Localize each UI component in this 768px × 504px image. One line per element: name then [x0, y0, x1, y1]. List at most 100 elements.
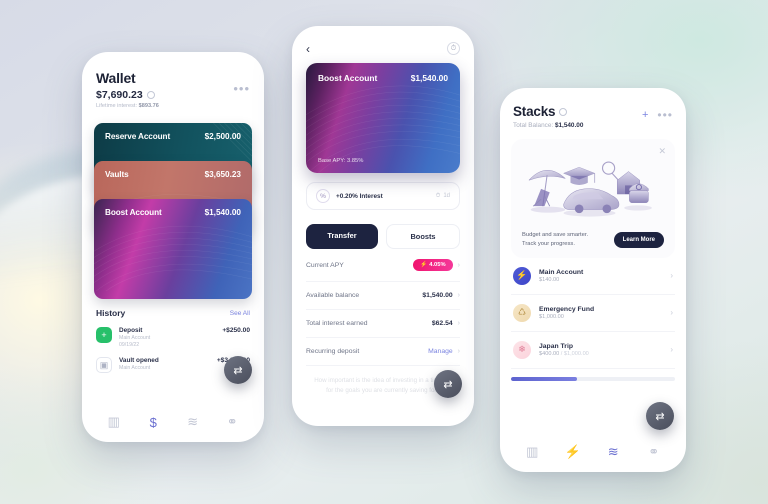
history-item-amount: +$250.00 — [222, 327, 250, 334]
row-value: $1,540.00 — [422, 292, 453, 299]
card-value: $1,540.00 — [204, 208, 241, 217]
row-label: Recurring deposit — [306, 348, 360, 355]
transfer-fab-button[interactable]: ⇄ — [224, 356, 252, 384]
row-label: Available balance — [306, 292, 360, 299]
boost-account-card[interactable]: Boost Account $1,540.00 Base APY: 3.85% — [306, 63, 460, 173]
chevron-right-icon: › — [670, 271, 673, 281]
ellipsis-icon[interactable]: ••• — [233, 82, 250, 95]
promo-illustration — [522, 149, 664, 227]
ellipsis-icon[interactable]: ••• — [657, 108, 673, 122]
stack-value: $140.00 — [539, 277, 560, 284]
dollar-icon: $ — [149, 414, 157, 430]
nav-item-boost[interactable]: ⚡ — [553, 444, 594, 460]
plus-icon: + — [96, 327, 112, 343]
row-label: Total interest earned — [306, 320, 368, 327]
history-clock-icon[interactable]: ⏱ — [447, 42, 460, 55]
row-value: $62.54 — [431, 320, 453, 327]
detail-row-available-balance[interactable]: Available balance $1,540.00 › — [306, 282, 460, 310]
card-value: $3,650.23 — [204, 170, 241, 179]
history-item-account: Main Account — [119, 335, 151, 341]
chevron-right-icon: › — [457, 348, 460, 355]
chevron-right-icon: › — [670, 308, 673, 318]
chevron-left-icon[interactable]: ‹ — [306, 43, 310, 55]
phone-wallet-screen: Wallet ••• $7,690.23 Lifetime interest: … — [82, 52, 264, 442]
card-name: Boost Account — [105, 208, 162, 217]
progress-bar — [511, 376, 675, 381]
segmented-tabs: Transfer Boosts — [306, 224, 460, 249]
nav-item-profile[interactable]: ⚭ — [634, 444, 675, 460]
card-icon: ▥ — [526, 444, 539, 459]
boost-header: ‹ ⏱ — [292, 26, 474, 61]
info-icon[interactable] — [559, 107, 568, 116]
bolt-icon: ⚡ — [420, 262, 428, 268]
history-item-name: Deposit — [119, 327, 143, 334]
history-item-name: Vault opened — [119, 357, 159, 364]
interest-row[interactable]: % +0.20% Interest ⏱ 1d — [306, 182, 460, 210]
card-apy-label: Base APY: 3.85% — [318, 158, 364, 164]
detail-row-current-apy[interactable]: Current APY ⚡ 4.05% › — [306, 249, 460, 282]
piggy-icon: ♺ — [513, 303, 531, 322]
stack-name: Japan Trip — [539, 342, 573, 350]
tab-transfer[interactable]: Transfer — [306, 224, 378, 249]
bottom-nav: ▥ ⚡ ≋ ⚭ — [500, 436, 686, 472]
nav-item-stacks[interactable]: ≋ — [173, 414, 213, 430]
stack-value: $400.00 / $1,000.00 — [539, 351, 589, 358]
bolt-icon: ⚡ — [564, 444, 581, 459]
transfer-fab-button[interactable]: ⇄ — [434, 370, 462, 398]
account-card-boost[interactable]: Boost Account $1,540.00 — [94, 199, 252, 299]
info-icon[interactable] — [146, 91, 155, 99]
percent-icon: % — [316, 189, 330, 203]
detail-row-recurring-deposit[interactable]: Recurring deposit Manage › — [306, 338, 460, 366]
nav-item-money[interactable]: $ — [134, 414, 174, 430]
phone-boost-account-screen: ‹ ⏱ Boost Account $1,540.00 Base APY: 3.… — [292, 26, 474, 426]
chevron-right-icon: › — [457, 261, 460, 269]
stack-name: Main Account — [539, 268, 584, 276]
history-title: History — [96, 308, 126, 318]
tab-boosts[interactable]: Boosts — [386, 224, 460, 249]
transfer-fab-button[interactable]: ⇄ — [646, 402, 674, 430]
nav-item-stacks[interactable]: ≋ — [593, 444, 634, 460]
stack-value: $1,000.00 — [539, 314, 564, 321]
see-all-link[interactable]: See All — [230, 310, 250, 317]
flower-icon: ❄ — [513, 340, 531, 359]
bottom-nav: ▥ $ ≋ ⚭ — [82, 406, 264, 442]
row-label: Current APY — [306, 261, 344, 269]
stack-item-japan-trip[interactable]: ❄ Japan Trip $400.00 / $1,000.00 › — [511, 332, 675, 369]
lifetime-interest: Lifetime interest: $893.76 — [96, 103, 159, 109]
apy-badge: ⚡ 4.05% — [413, 259, 453, 271]
learn-more-button[interactable]: Learn More — [613, 231, 664, 248]
person-icon: ⚭ — [226, 414, 238, 429]
card-icon: ▥ — [107, 414, 120, 429]
card-name: Boost Account — [318, 73, 378, 83]
clock-icon: ⏱ — [435, 192, 441, 199]
card-value: $2,500.00 — [204, 132, 241, 141]
nav-item-profile[interactable]: ⚭ — [213, 414, 253, 430]
faded-prompt-text: How important is the idea of investing i… — [314, 377, 452, 394]
nav-item-card[interactable]: ▥ — [94, 414, 134, 430]
manage-link[interactable]: Manage — [428, 348, 453, 355]
interest-text: +0.20% Interest — [336, 192, 383, 200]
interest-meta: ⏱ 1d — [435, 192, 450, 200]
page-title: Wallet — [96, 70, 136, 86]
bolt-icon: ⚡ — [513, 266, 531, 285]
stack-item-emergency-fund[interactable]: ♺ Emergency Fund $1,000.00 › — [511, 295, 675, 332]
stacks-icon: ≋ — [607, 444, 619, 459]
total-balance: Total Balance: $1,540.00 — [513, 122, 584, 129]
vault-icon: ▣ — [96, 357, 112, 373]
history-item-date: 09/19/22 — [119, 342, 140, 348]
card-value: $1,540.00 — [410, 73, 448, 83]
detail-row-total-interest[interactable]: Total interest earned $62.54 › — [306, 310, 460, 338]
promo-card: ✕ Budget and save smarter. Track your pr… — [511, 139, 675, 258]
chevron-right-icon: › — [670, 345, 673, 355]
history-item[interactable]: + Deposit Main Account 09/19/22 +$250.00 — [96, 327, 250, 348]
card-name: Reserve Account — [105, 132, 171, 141]
wallet-balance: $7,690.23 — [96, 89, 143, 101]
person-icon: ⚭ — [648, 444, 660, 459]
stack-name: Emergency Fund — [539, 305, 595, 313]
plus-icon[interactable]: + — [642, 109, 648, 121]
chevron-right-icon: › — [457, 292, 460, 299]
stack-item-main-account[interactable]: ⚡ Main Account $140.00 › — [511, 258, 675, 295]
nav-item-card[interactable]: ▥ — [512, 444, 553, 460]
chevron-right-icon: › — [457, 320, 460, 327]
phone-stacks-screen: Stacks + ••• Total Balance: $1,540.00 ✕ — [500, 88, 686, 472]
